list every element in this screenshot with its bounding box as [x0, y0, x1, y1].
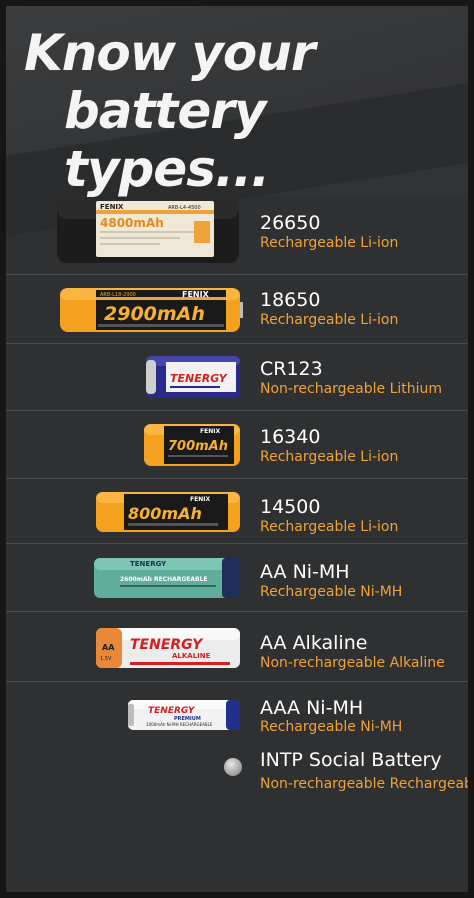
svg-text:ALKALINE: ALKALINE — [172, 652, 211, 660]
svg-text:1000mAh Ni-MH RECHARGEABLE: 1000mAh Ni-MH RECHARGEABLE — [146, 722, 213, 727]
divider — [6, 343, 468, 344]
battery-name: 26650 — [260, 212, 321, 234]
title-line-2: battery types... — [64, 82, 270, 198]
battery-aaa-nimh-image: TENERGY PREMIUM 1000mAh Ni-MH RECHARGEAB… — [128, 700, 240, 730]
battery-name: 16340 — [260, 426, 321, 448]
svg-text:1.5V: 1.5V — [100, 656, 112, 662]
battery-name: 18650 — [260, 289, 321, 311]
battery-name: AAA Ni-MH — [260, 697, 364, 719]
battery-description: Rechargeable Li-ion — [260, 312, 399, 328]
battery-description: Rechargeable Li-ion — [260, 449, 399, 465]
battery-26650-image: FENIX ARB-L4-4500 4800mAh — [57, 197, 239, 263]
svg-text:FENIX: FENIX — [182, 290, 210, 299]
battery-name: 14500 — [260, 496, 321, 518]
battery-description: Non-rechargeable Rechargeable — [260, 776, 468, 792]
svg-text:FENIX: FENIX — [200, 428, 220, 435]
divider — [6, 410, 468, 411]
svg-text:ARB-L4-4500: ARB-L4-4500 — [168, 205, 201, 211]
battery-description: Non-rechargeable Lithium — [260, 381, 443, 397]
battery-name: AA Alkaline — [260, 632, 368, 654]
battery-18650-image: ARB-L18-2900 FENIX 2900mAh — [60, 288, 243, 332]
svg-text:800mAh: 800mAh — [128, 504, 202, 523]
battery-16340-image: FENIX 700mAh — [144, 424, 240, 466]
battery-name: INTP Social Battery — [260, 749, 442, 771]
svg-text:4800mAh: 4800mAh — [100, 216, 164, 230]
svg-text:2900mAh: 2900mAh — [104, 303, 205, 325]
divider — [6, 681, 468, 682]
battery-14500-image: FENIX 800mAh — [96, 492, 240, 532]
page-title: Know your battery types... — [24, 24, 468, 198]
svg-text:TENERGY: TENERGY — [130, 560, 167, 568]
divider — [6, 611, 468, 612]
battery-name: AA Ni-MH — [260, 561, 350, 583]
battery-cr123-image: TENERGY — [146, 356, 240, 398]
divider — [6, 543, 468, 544]
battery-aa-nimh-image: TENERGY 2600mAh RECHARGEABLE — [94, 558, 240, 598]
battery-description: Rechargeable Ni-MH — [260, 584, 403, 600]
svg-text:ARB-L18-2900: ARB-L18-2900 — [100, 292, 136, 298]
svg-text:FENIX: FENIX — [190, 496, 210, 503]
svg-text:700mAh: 700mAh — [168, 439, 228, 454]
title-line-1: Know your — [24, 24, 315, 82]
battery-description: Non-rechargeable Alkaline — [260, 655, 445, 671]
svg-text:TENERGY: TENERGY — [148, 706, 196, 716]
divider — [6, 274, 468, 275]
battery-description: Rechargeable Li-ion — [260, 519, 399, 535]
divider — [6, 478, 468, 479]
svg-text:AA: AA — [102, 643, 115, 652]
battery-description: Rechargeable Li-ion — [260, 235, 399, 251]
battery-name: CR123 — [260, 358, 323, 380]
svg-text:TENERGY: TENERGY — [170, 372, 228, 385]
svg-text:2600mAh RECHARGEABLE: 2600mAh RECHARGEABLE — [120, 576, 208, 583]
battery-description: Rechargeable Ni-MH — [260, 719, 403, 735]
svg-text:TENERGY: TENERGY — [130, 637, 204, 653]
svg-text:FENIX: FENIX — [100, 203, 124, 211]
infographic: Know your battery types... FENIX ARB-L4-… — [6, 6, 468, 892]
battery-aa-alkaline-image: AA 1.5V TENERGY ALKALINE — [96, 628, 240, 668]
coin-cell-battery-image — [224, 758, 242, 776]
